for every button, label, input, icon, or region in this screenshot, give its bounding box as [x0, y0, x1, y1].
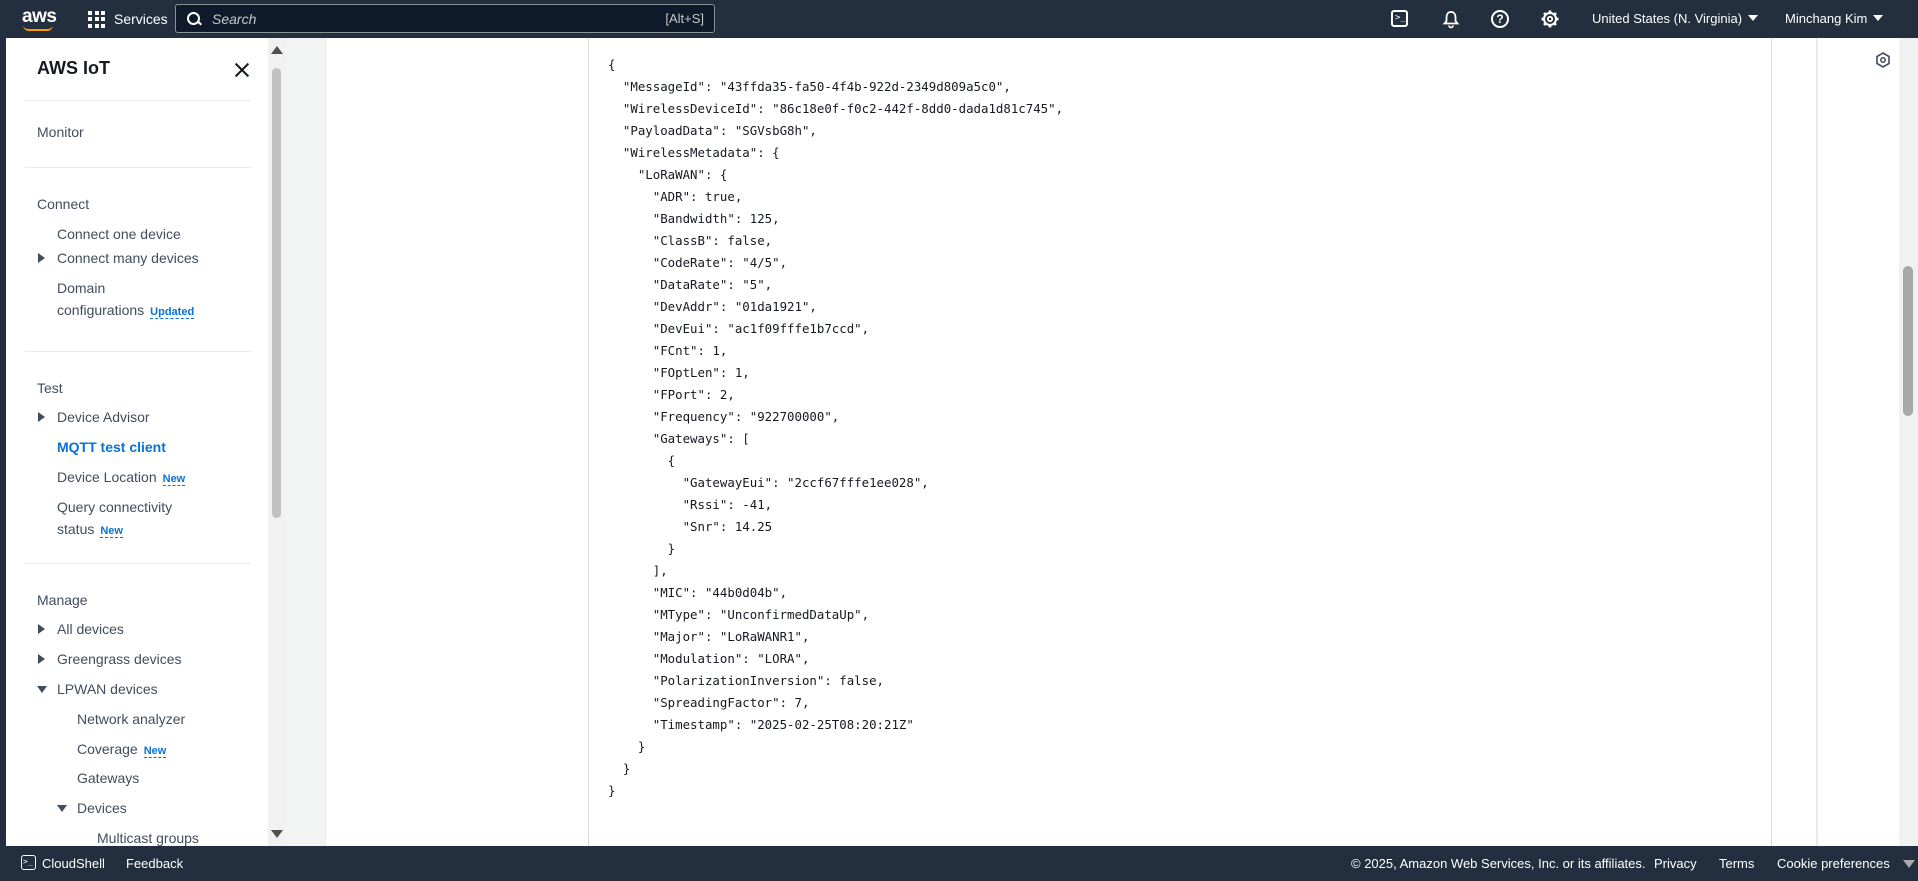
- divider: [25, 563, 251, 564]
- sidebar-item-multicast-groups[interactable]: Multicast groups: [97, 827, 199, 846]
- bell-icon[interactable]: [1441, 9, 1461, 29]
- terms-link[interactable]: Terms: [1719, 856, 1754, 871]
- sidebar-item-coverage[interactable]: Coverage New: [77, 738, 167, 762]
- services-label: Services: [114, 11, 168, 27]
- expand-right-icon[interactable]: [38, 654, 45, 664]
- privacy-link[interactable]: Privacy: [1654, 856, 1697, 871]
- search-shortcut-hint: [Alt+S]: [665, 11, 704, 26]
- cloudshell-link[interactable]: CloudShell: [42, 856, 105, 871]
- sidebar-item-connect-many-devices[interactable]: Connect many devices: [57, 247, 199, 269]
- sidebar-item-mqtt-test-client[interactable]: MQTT test client: [57, 436, 166, 458]
- user-name: Minchang Kim: [1785, 11, 1868, 26]
- footer: >_ CloudShell Feedback © 2025, Amazon We…: [0, 846, 1918, 881]
- gear-icon[interactable]: [1540, 9, 1560, 29]
- new-badge[interactable]: New: [162, 473, 186, 486]
- services-grid-icon: [88, 10, 105, 28]
- expand-right-icon[interactable]: [38, 253, 45, 263]
- new-badge[interactable]: New: [100, 525, 123, 538]
- section-test[interactable]: Test: [37, 380, 63, 396]
- expand-down-icon[interactable]: [57, 805, 67, 812]
- top-navigation: aws Services [Alt+S] >_ ? United States …: [0, 0, 1918, 38]
- left-gutter: [285, 38, 325, 846]
- search-box[interactable]: [Alt+S]: [175, 4, 715, 33]
- divider: [25, 100, 251, 101]
- aws-logo-text: aws: [22, 6, 57, 27]
- section-manage[interactable]: Manage: [37, 592, 88, 608]
- page-scrollbar[interactable]: [1899, 38, 1918, 846]
- side-navigation: AWS IoT Monitor Connect Connect one devi…: [0, 38, 268, 846]
- coverage-label: Coverage: [77, 741, 138, 757]
- cloudshell-icon[interactable]: >_: [21, 855, 36, 870]
- divider: [25, 167, 251, 168]
- caret-down-icon: [1873, 15, 1884, 21]
- section-connect[interactable]: Connect: [37, 196, 89, 212]
- sidebar-item-monitor[interactable]: Monitor: [37, 121, 84, 143]
- main-content: { "MessageId": "43ffda35-fa50-4f4b-922d-…: [285, 38, 1899, 846]
- sidebar-item-all-devices[interactable]: All devices: [57, 618, 124, 640]
- expand-down-icon[interactable]: [37, 686, 47, 693]
- query-line1: Query connectivity: [57, 499, 173, 515]
- search-icon: [176, 4, 206, 33]
- updated-badge[interactable]: Updated: [150, 306, 195, 319]
- sidebar-item-connect-one-device[interactable]: Connect one device: [57, 223, 181, 245]
- new-badge[interactable]: New: [143, 745, 167, 758]
- domain-line2: configurations: [57, 302, 145, 318]
- copyright-text: © 2025, Amazon Web Services, Inc. or its…: [1351, 856, 1646, 871]
- close-icon[interactable]: [234, 62, 250, 78]
- sidebar-item-domain-configurations[interactable]: Domain configurations Updated: [57, 277, 195, 323]
- sidebar-scrollbar-thumb[interactable]: [272, 68, 281, 518]
- right-tools-gutter: [1817, 38, 1899, 846]
- scroll-up-arrow-icon[interactable]: [271, 46, 283, 54]
- sidebar-item-devices[interactable]: Devices: [77, 797, 127, 819]
- account-menu[interactable]: Minchang Kim: [1785, 11, 1884, 26]
- expand-right-icon[interactable]: [38, 624, 45, 634]
- region-label: United States (N. Virginia): [1592, 11, 1743, 26]
- feedback-link[interactable]: Feedback: [126, 856, 183, 871]
- sidebar-item-device-advisor[interactable]: Device Advisor: [57, 406, 150, 428]
- sidebar-item-lpwan-devices[interactable]: LPWAN devices: [57, 678, 158, 700]
- services-menu-button[interactable]: Services: [88, 9, 168, 29]
- expand-right-icon[interactable]: [38, 412, 45, 422]
- cloudshell-icon[interactable]: >_: [1391, 10, 1408, 27]
- sidebar-item-query-connectivity-status[interactable]: Query connectivity status New: [57, 496, 172, 542]
- sidebar-item-network-analyzer[interactable]: Network analyzer: [77, 708, 185, 730]
- device-location-label: Device Location: [57, 469, 157, 485]
- region-selector[interactable]: United States (N. Virginia): [1592, 11, 1759, 26]
- sidebar-scrollbar[interactable]: [268, 38, 285, 846]
- sidebar-item-device-location[interactable]: Device Location New: [57, 466, 186, 490]
- aws-smile-icon: [23, 25, 53, 31]
- scroll-down-arrow-icon[interactable]: [271, 830, 283, 838]
- search-input[interactable]: [206, 5, 666, 32]
- query-line2: status: [57, 521, 95, 537]
- aws-logo[interactable]: aws: [22, 6, 57, 32]
- message-payload-json: { "MessageId": "43ffda35-fa50-4f4b-922d-…: [608, 57, 1064, 798]
- sidebar-title[interactable]: AWS IoT: [37, 58, 110, 79]
- caret-down-icon: [1748, 15, 1759, 21]
- page-scrollbar-thumb[interactable]: [1903, 266, 1913, 416]
- scroll-down-arrow-icon[interactable]: [1903, 860, 1915, 868]
- tools-panel-icon[interactable]: [1875, 52, 1891, 68]
- cookie-preferences-link[interactable]: Cookie preferences: [1777, 856, 1890, 871]
- sidebar-item-greengrass-devices[interactable]: Greengrass devices: [57, 648, 182, 670]
- divider: [25, 351, 251, 352]
- sidebar-item-gateways[interactable]: Gateways: [77, 767, 139, 789]
- domain-line1: Domain: [57, 280, 106, 296]
- help-icon[interactable]: ?: [1491, 10, 1509, 28]
